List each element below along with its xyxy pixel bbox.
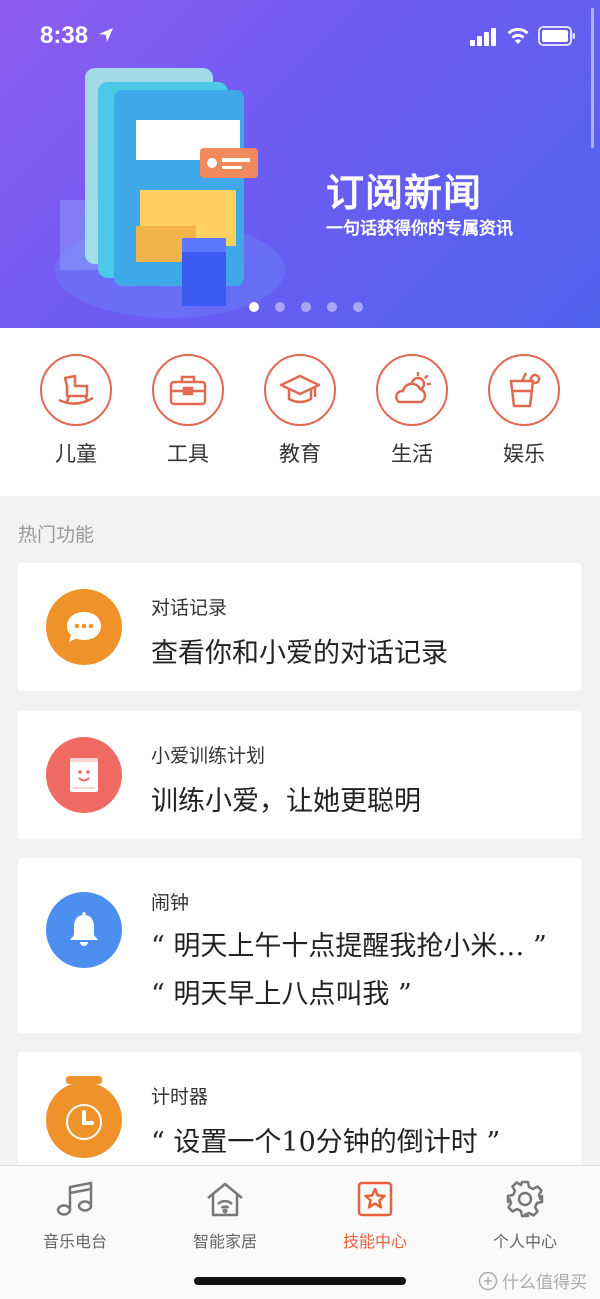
carousel-dot[interactable]	[249, 302, 259, 312]
wifi-icon	[507, 27, 529, 44]
gear-icon	[506, 1180, 544, 1218]
cellular-signal-icon	[470, 28, 496, 46]
tab-profile[interactable]: 个人中心	[450, 1178, 600, 1252]
tab-music-radio[interactable]: 音乐电台	[0, 1178, 150, 1252]
card-title: 对话记录	[151, 597, 228, 619]
card-title: 闹钟	[151, 892, 190, 914]
scroll-indicator	[591, 8, 594, 148]
category-label: 娱乐	[503, 442, 545, 466]
card-description: 训练小爱，让她更聪明	[151, 786, 421, 817]
rocking-horse-icon	[58, 374, 94, 405]
category-education[interactable]: 教育	[260, 354, 340, 468]
category-tools[interactable]: 工具	[148, 354, 228, 468]
weather-icon	[395, 372, 432, 404]
card-alarm[interactable]: 闹钟 “ 明天上午十点提醒我抢小米… ” “ 明天早上八点叫我 ”	[18, 858, 581, 1033]
music-note-icon	[56, 1181, 93, 1216]
card-example: “ 明天早上八点叫我 ”	[151, 979, 412, 1010]
bell-icon	[70, 912, 98, 946]
location-arrow-icon	[99, 28, 113, 42]
carousel-dot[interactable]	[275, 302, 285, 312]
tab-smart-home[interactable]: 智能家居	[150, 1178, 300, 1252]
category-children[interactable]: 儿童	[36, 354, 116, 468]
category-label: 工具	[167, 442, 209, 466]
banner-subtitle: 一句话获得你的专属资讯	[326, 219, 513, 239]
tab-label: 个人中心	[492, 1232, 557, 1251]
tab-label: 音乐电台	[42, 1232, 107, 1251]
category-life[interactable]: 生活	[372, 354, 452, 468]
chat-bubble-icon	[67, 612, 101, 642]
category-label: 生活	[391, 442, 433, 466]
watermark-logo-icon	[478, 1271, 498, 1290]
star-box-icon	[357, 1181, 393, 1217]
carousel-dot[interactable]	[327, 302, 337, 312]
tab-label: 技能中心	[342, 1232, 407, 1251]
smart-home-icon	[207, 1182, 243, 1217]
banner-title: 订阅新闻	[326, 171, 483, 215]
stopwatch-icon	[66, 1104, 102, 1140]
tab-label: 智能家居	[192, 1232, 257, 1251]
card-title: 小爱训练计划	[151, 745, 266, 767]
card-title: 计时器	[151, 1086, 209, 1108]
carousel-dot[interactable]	[353, 302, 363, 312]
tab-skill-center[interactable]: 技能中心	[300, 1178, 450, 1252]
banner-carousel[interactable]: 8:38 订阅新闻 一句话获得你的专属资讯	[0, 0, 600, 328]
card-example: “ 设置一个10分钟的倒计时 ”	[151, 1127, 501, 1158]
toolbox-icon	[169, 375, 207, 406]
news-book-illustration	[55, 68, 285, 318]
watermark-text: 什么值得买	[502, 1273, 587, 1293]
card-description: 查看你和小爱的对话记录	[151, 638, 448, 669]
stopwatch-crown	[66, 1076, 102, 1084]
category-label: 教育	[279, 442, 321, 466]
category-row: 儿童 工具 教育 生活 娱乐	[0, 328, 600, 496]
section-title-hot: 热门功能	[18, 524, 95, 546]
home-indicator[interactable]	[194, 1277, 406, 1285]
smile-book-icon	[70, 758, 98, 792]
category-entertainment[interactable]: 娱乐	[484, 354, 564, 468]
carousel-pagination[interactable]	[249, 302, 363, 314]
card-timer[interactable]: 计时器 “ 设置一个10分钟的倒计时 ”	[18, 1052, 581, 1165]
card-chat-history[interactable]: 对话记录 查看你和小爱的对话记录	[18, 563, 581, 691]
watermark: 什么值得买	[478, 1268, 587, 1293]
status-time: 8:38	[40, 22, 89, 49]
carousel-dot[interactable]	[301, 302, 311, 312]
graduation-cap-icon	[279, 374, 321, 404]
drink-cup-icon	[509, 372, 541, 408]
category-label: 儿童	[55, 442, 97, 466]
card-example: “ 明天上午十点提醒我抢小米… ”	[151, 931, 547, 962]
card-training-plan[interactable]: 小爱训练计划 训练小爱，让她更聪明	[18, 711, 581, 839]
battery-icon	[538, 26, 575, 46]
